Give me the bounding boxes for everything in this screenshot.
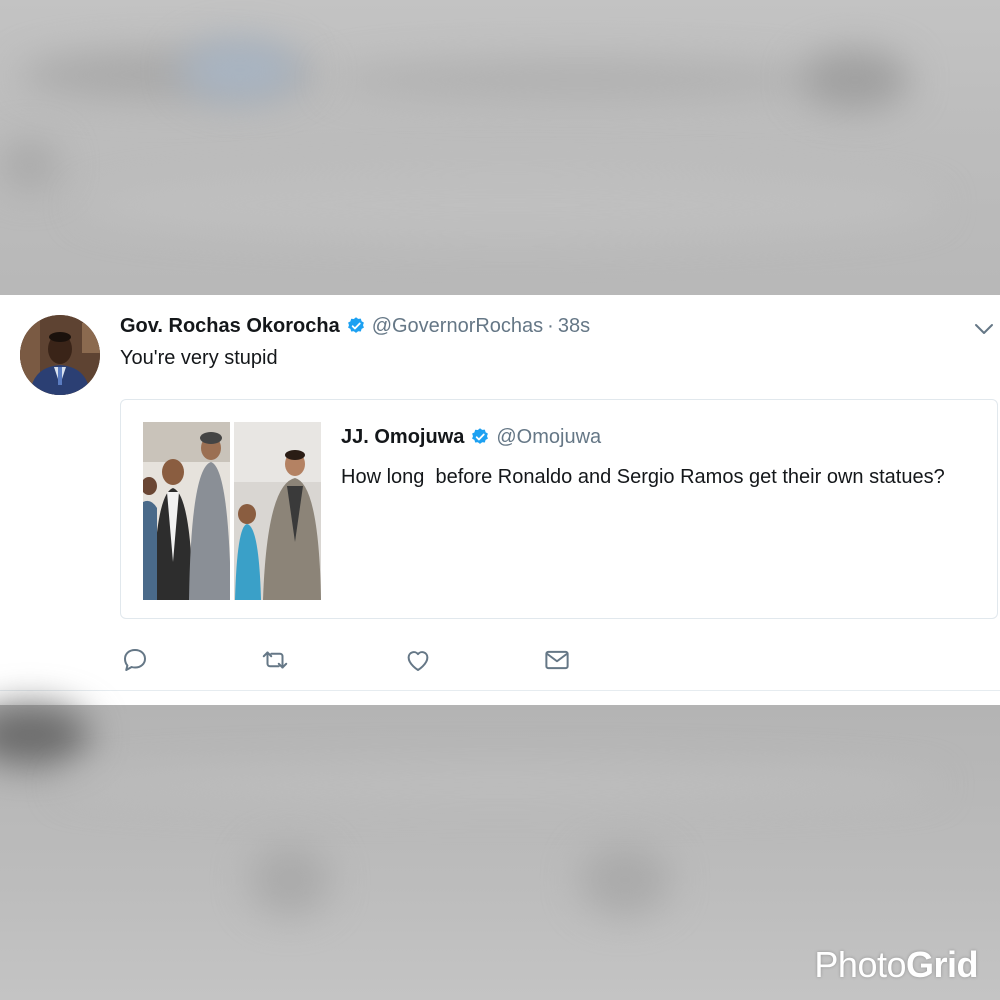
author-name[interactable]: Gov. Rochas Okorocha	[120, 315, 340, 338]
tweet-timestamp[interactable]: 38s	[558, 315, 590, 338]
tweet-card[interactable]: Gov. Rochas Okorocha @GovernorRochas · 3…	[0, 295, 1000, 705]
watermark-part2: Grid	[905, 944, 979, 985]
chevron-down-icon[interactable]	[972, 317, 996, 341]
tweet-action-bar	[120, 645, 580, 675]
author-avatar[interactable]	[20, 315, 100, 395]
quoted-author-handle[interactable]: @Omojuwa	[496, 426, 601, 449]
quoted-tweet-media[interactable]	[143, 422, 321, 600]
photo-collage	[143, 422, 321, 600]
separator-dot: ·	[547, 314, 554, 337]
quoted-tweet[interactable]: JJ. Omojuwa @Omojuwa How long before Ron…	[120, 399, 998, 619]
author-handle[interactable]: @GovernorRochas	[372, 315, 543, 338]
heart-icon[interactable]	[403, 645, 433, 675]
verified-badge-icon	[347, 317, 364, 333]
tweet-text: You're very stupid	[120, 347, 278, 369]
reply-icon[interactable]	[120, 645, 150, 675]
quoted-tweet-header: JJ. Omojuwa @Omojuwa	[341, 424, 601, 450]
verified-badge-icon	[472, 428, 489, 444]
quoted-author-name[interactable]: JJ. Omojuwa	[341, 426, 464, 449]
photogrid-watermark: PhotoGrid	[814, 944, 978, 986]
envelope-icon[interactable]	[542, 645, 572, 675]
tweet-header: Gov. Rochas Okorocha @GovernorRochas · 3…	[120, 313, 590, 339]
quoted-tweet-text: How long before Ronaldo and Sergio Ramos…	[341, 466, 945, 488]
avatar-photo	[20, 315, 100, 395]
watermark-part1: Photo	[814, 944, 906, 985]
divider	[0, 690, 1000, 691]
retweet-icon[interactable]	[260, 645, 290, 675]
blurred-background-top	[0, 0, 1000, 295]
